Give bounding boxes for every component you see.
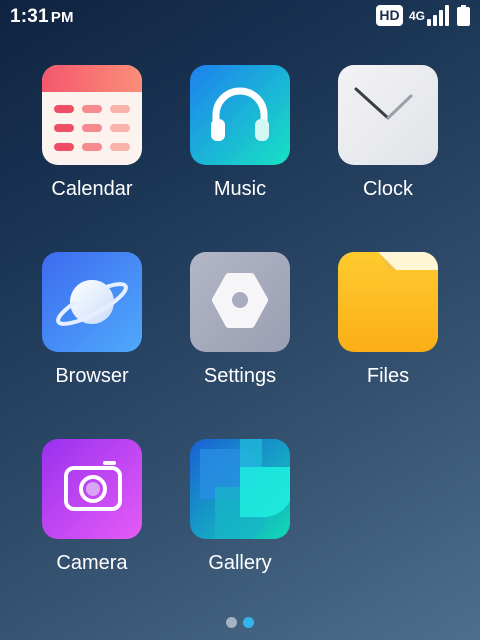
app-clock[interactable]: Clock [314,65,462,215]
app-settings[interactable]: Settings [166,252,314,402]
planet-icon [42,252,142,352]
app-label-browser: Browser [55,365,129,387]
status-time: 1:31 PM [10,6,74,28]
hexagon-gear-icon [190,252,290,352]
battery-full-icon [457,5,470,26]
camera-icon [42,439,142,539]
app-label-gallery: Gallery [208,552,272,574]
app-camera[interactable]: Camera [18,439,166,589]
app-label-calendar: Calendar [51,178,133,200]
page-dot-2-active[interactable] [243,617,254,628]
app-music[interactable]: Music [166,65,314,215]
clock-icon [338,65,438,165]
app-gallery[interactable]: Gallery [166,439,314,589]
app-calendar[interactable]: Calendar [18,65,166,215]
app-files[interactable]: Files [314,252,462,402]
calendar-icon [42,65,142,165]
headphones-icon [190,65,290,165]
page-dot-1[interactable] [226,617,237,628]
gallery-icon [190,439,290,539]
status-time-ampm: PM [50,9,74,26]
app-label-clock: Clock [362,178,413,200]
app-browser[interactable]: Browser [18,252,166,402]
status-time-value: 1:31 [10,6,49,27]
network-type-label: 4G [409,9,426,23]
app-label-settings: Settings [203,365,277,387]
app-label-files: Files [366,365,410,387]
status-bar: 1:31 PM HD 4G [0,0,480,34]
app-label-camera: Camera [56,552,128,574]
folder-icon [338,252,438,352]
page-indicator [0,617,480,629]
app-label-music: Music [213,178,267,200]
home-screen: 1:31 PM HD 4G Calendar Music Clock Brows… [0,0,480,640]
signal-bars-icon [427,5,451,26]
hd-badge: HD [376,5,403,26]
